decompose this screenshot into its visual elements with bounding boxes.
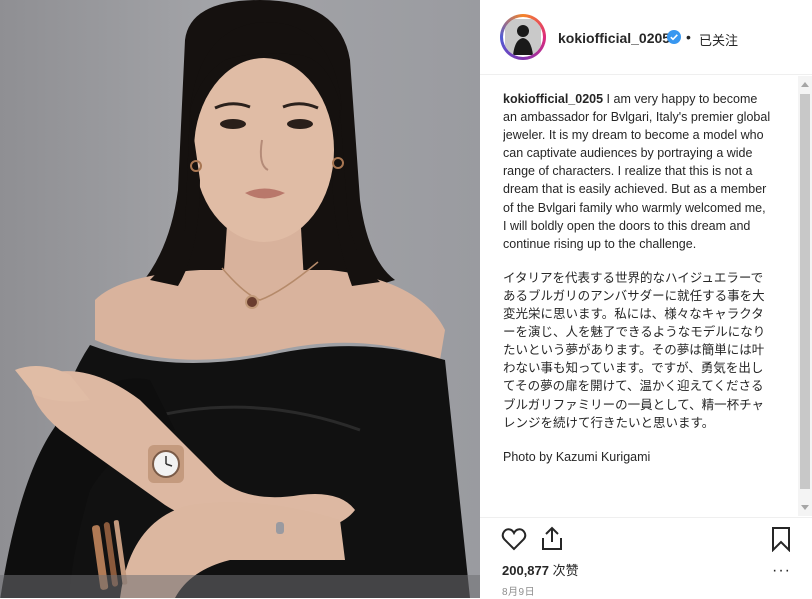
likes-count[interactable]: 200,877 次赞	[502, 560, 579, 579]
likes-suffix: 次赞	[552, 563, 579, 578]
caption-english: kokiofficial_0205 I am very happy to bec…	[503, 90, 771, 253]
verified-badge-icon	[667, 30, 681, 44]
caption-area: kokiofficial_0205 I am very happy to bec…	[503, 90, 771, 518]
avatar-icon	[505, 19, 541, 55]
heart-icon[interactable]	[501, 527, 527, 551]
post-detail-panel: kokiofficial_0205 • 已关注 kokiofficial_020…	[480, 0, 812, 599]
following-button[interactable]: 已关注	[699, 30, 738, 49]
caption-japanese: イタリアを代表する世界的なハイジュエラーであるブルガリのアンバサダーに就任する事…	[503, 270, 766, 430]
action-bar: 200,877 次赞 8月9日 ···	[480, 517, 812, 599]
caption-english-text: I am very happy to become an ambassador …	[503, 92, 771, 251]
photo-credit: Photo by Kazumi Kurigami	[503, 449, 651, 464]
scroll-down-arrow-icon[interactable]	[801, 505, 809, 510]
share-icon[interactable]	[540, 526, 564, 552]
bookmark-icon[interactable]	[770, 526, 792, 552]
likes-number: 200,877	[502, 563, 549, 578]
avatar-image	[503, 17, 543, 57]
scroll-up-arrow-icon[interactable]	[801, 82, 809, 87]
caption-scrollbar[interactable]	[798, 76, 812, 516]
post-date: 8月9日	[502, 587, 536, 598]
header-username[interactable]: kokiofficial_0205	[558, 30, 670, 46]
post-header: kokiofficial_0205 • 已关注	[480, 0, 812, 75]
caption-username[interactable]: kokiofficial_0205	[503, 92, 603, 106]
portrait-illustration	[0, 0, 480, 598]
post-photo[interactable]	[0, 0, 480, 598]
header-separator: •	[686, 29, 691, 45]
scroll-thumb[interactable]	[800, 94, 810, 489]
more-icon[interactable]: ···	[772, 562, 791, 580]
avatar[interactable]	[500, 14, 546, 60]
